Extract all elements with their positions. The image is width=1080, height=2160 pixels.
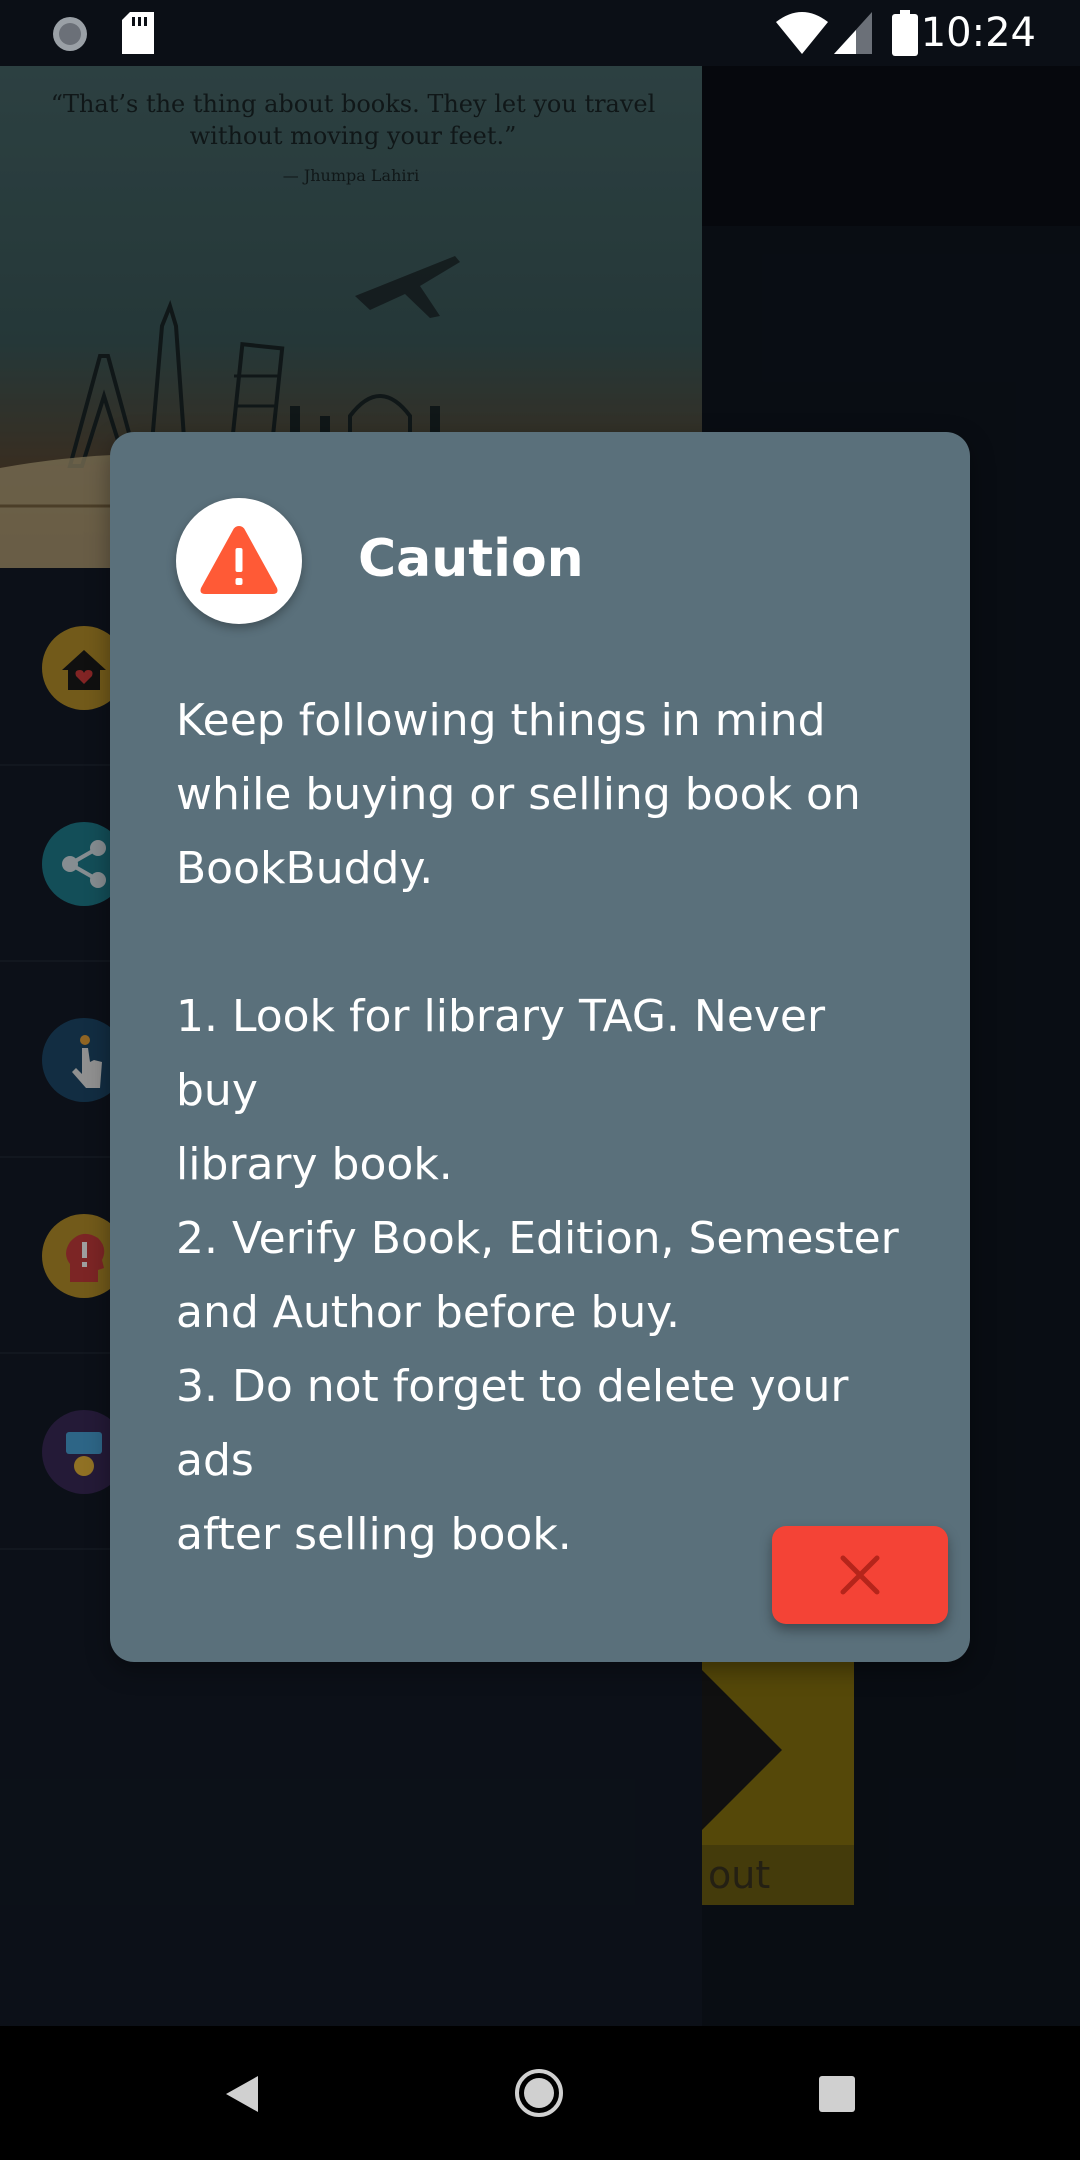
system-nav-bar xyxy=(0,2026,1080,2160)
home-icon xyxy=(515,2069,563,2117)
sd-card-icon xyxy=(122,12,154,54)
nav-back-button[interactable] xyxy=(162,2026,322,2160)
nav-home-button[interactable] xyxy=(459,2026,619,2160)
alert-badge xyxy=(176,498,302,624)
back-icon xyxy=(226,2076,258,2112)
loading-spinner-icon xyxy=(53,17,87,51)
warning-icon xyxy=(200,526,278,594)
recents-icon xyxy=(819,2076,855,2112)
nav-recents-button[interactable] xyxy=(757,2026,917,2160)
close-icon xyxy=(840,1555,880,1595)
close-button[interactable] xyxy=(772,1526,948,1624)
wifi-icon xyxy=(776,12,828,54)
screen: out “That’s the thing about books. They … xyxy=(0,0,1080,2160)
caution-dialog: Caution Keep following things in mind wh… xyxy=(110,432,970,1662)
dialog-title: Caution xyxy=(358,529,584,589)
battery-icon xyxy=(892,10,918,56)
dialog-message: Keep following things in mind while buyi… xyxy=(176,695,899,1560)
signal-icon xyxy=(834,12,872,54)
status-time: 10:24 xyxy=(920,10,1036,56)
status-bar: 10:24 xyxy=(0,0,1080,66)
